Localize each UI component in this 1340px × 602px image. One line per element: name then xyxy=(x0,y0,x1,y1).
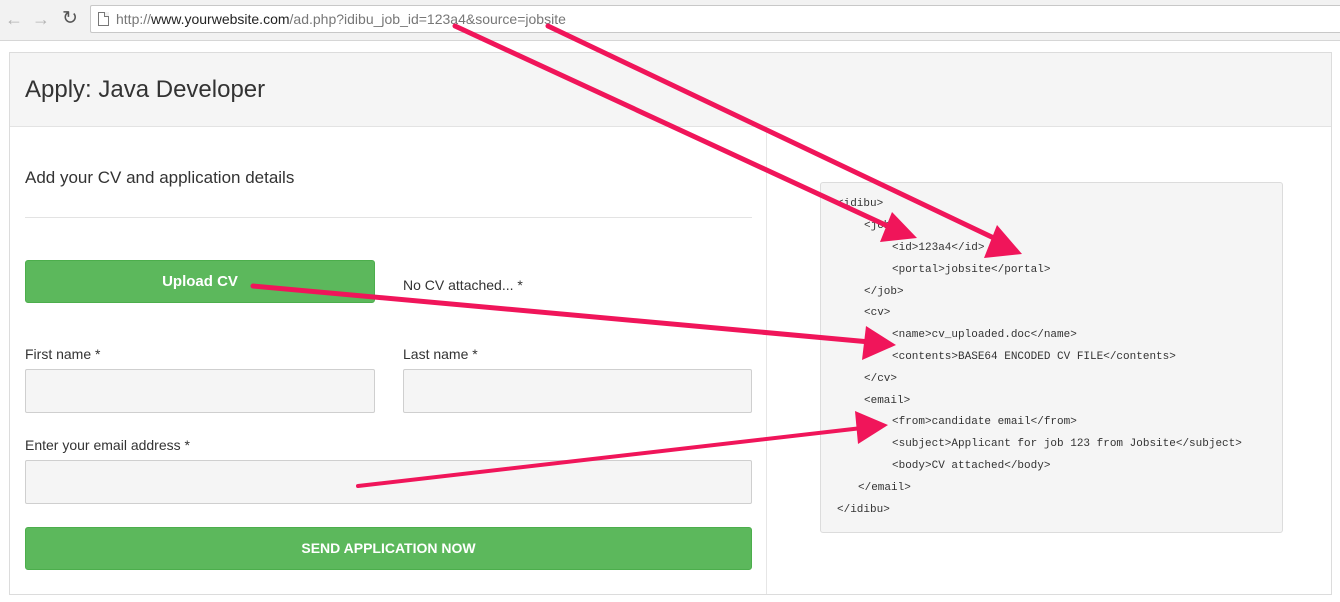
back-arrow-icon[interactable]: ← xyxy=(4,9,24,29)
xml-line: <subject>Applicant for job 123 from Jobs… xyxy=(892,438,1242,450)
xml-line: <idibu> xyxy=(837,198,884,210)
url-text[interactable]: http://www.yourwebsite.com/ad.php?idibu_… xyxy=(116,11,566,27)
first-name-field[interactable] xyxy=(25,369,375,413)
column-divider xyxy=(766,127,767,594)
send-application-button[interactable]: SEND APPLICATION NOW xyxy=(25,527,752,570)
panel-heading: Apply: Java Developer xyxy=(10,53,1331,127)
xml-code-block: <idibu> <job> <id>123a4</id> <portal>job… xyxy=(820,182,1283,533)
xml-line: <body>CV attached</body> xyxy=(892,460,1051,472)
email-label: Enter your email address * xyxy=(25,437,190,453)
page-title: Apply: Java Developer xyxy=(25,76,266,103)
xml-line: </job> xyxy=(864,286,904,298)
cv-status-text: No CV attached... * xyxy=(403,277,523,293)
upload-cv-button[interactable]: Upload CV xyxy=(25,260,375,303)
last-name-label: Last name * xyxy=(403,346,478,362)
xml-line: <email> xyxy=(864,395,911,407)
xml-line: <id>123a4</id> xyxy=(892,242,985,254)
forward-arrow-icon[interactable]: → xyxy=(31,9,51,29)
email-field[interactable] xyxy=(25,460,752,504)
url-scheme: http:// xyxy=(116,11,152,27)
xml-line: <job> xyxy=(864,220,898,232)
xml-line: </email> xyxy=(858,482,911,494)
section-divider xyxy=(25,217,752,218)
xml-line: <name>cv_uploaded.doc</name> xyxy=(892,329,1077,341)
url-host: www.yourwebsite.com xyxy=(151,11,290,27)
last-name-field[interactable] xyxy=(403,369,752,413)
xml-line: <cv> xyxy=(864,307,891,319)
browser-toolbar: ← → ↻ http://www.yourwebsite.com/ad.php?… xyxy=(0,0,1340,41)
address-bar[interactable]: http://www.yourwebsite.com/ad.php?idibu_… xyxy=(90,5,1340,33)
page-icon xyxy=(98,12,109,26)
xml-line: <portal>jobsite</portal> xyxy=(892,264,1051,276)
reload-icon[interactable]: ↻ xyxy=(60,9,80,29)
xml-line: </cv> xyxy=(864,373,898,385)
section-title: Add your CV and application details xyxy=(25,168,295,187)
first-name-label: First name * xyxy=(25,346,101,362)
application-panel: Apply: Java Developer Add your CV and ap… xyxy=(9,52,1332,595)
xml-line: <from>candidate email</from> xyxy=(892,416,1077,428)
url-path: /ad.php?idibu_job_id=123a4&source=jobsit… xyxy=(289,11,566,27)
xml-line: <contents>BASE64 ENCODED CV FILE</conten… xyxy=(892,351,1176,363)
xml-line: </idibu> xyxy=(837,504,890,516)
